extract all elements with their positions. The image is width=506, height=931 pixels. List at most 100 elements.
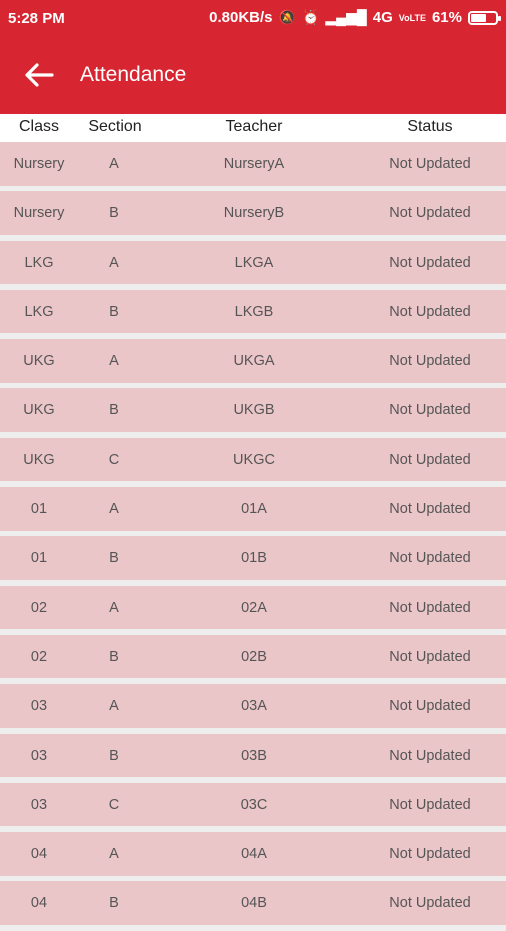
- row-section: B: [109, 402, 119, 419]
- row-teacher: UKGA: [233, 353, 275, 370]
- table-row[interactable]: 04 A 04A Not Updated: [0, 832, 506, 876]
- row-status: Not Updated: [389, 796, 471, 813]
- row-teacher: 02A: [241, 599, 267, 616]
- row-section: A: [109, 599, 119, 616]
- row-class: 02: [30, 648, 48, 665]
- notifications-off-icon: 🔕: [278, 9, 296, 25]
- row-teacher: UKGB: [233, 402, 275, 419]
- row-status: Not Updated: [389, 846, 471, 863]
- volte-label: VoLTE: [398, 12, 426, 23]
- row-class: Nursery: [13, 205, 65, 222]
- row-class: 04: [30, 895, 48, 912]
- row-teacher: 03B: [241, 747, 267, 764]
- row-section: B: [109, 895, 119, 912]
- row-teacher: 01A: [241, 501, 267, 518]
- row-class: LKG: [24, 254, 54, 271]
- table-row[interactable]: 03 B 03B Not Updated: [0, 733, 506, 778]
- header-section: Section: [88, 118, 142, 135]
- table-row[interactable]: UKG C UKGC Not Updated: [0, 437, 506, 482]
- table-header: Class Section Teacher Status: [0, 114, 506, 142]
- row-section: B: [109, 205, 119, 222]
- row-status: Not Updated: [389, 402, 471, 419]
- table-row[interactable]: UKG B UKGB Not Updated: [0, 388, 506, 432]
- table-row[interactable]: Nursery B NurseryB Not Updated: [0, 191, 506, 235]
- row-section: B: [109, 550, 119, 567]
- row-status: Not Updated: [389, 747, 471, 764]
- row-status: Not Updated: [389, 303, 471, 320]
- row-section: A: [109, 254, 119, 271]
- row-status: Not Updated: [389, 254, 471, 271]
- table-row[interactable]: UKG A UKGA Not Updated: [0, 339, 506, 383]
- row-class: 01: [30, 501, 48, 518]
- row-teacher: 03C: [240, 796, 268, 813]
- status-icons: 0.80KB/s 🔕 ⏰ ▂▄▆█ 4G VoLTE 61%: [209, 9, 501, 26]
- row-class: UKG: [23, 353, 55, 370]
- row-class: 04: [30, 846, 48, 863]
- row-status: Not Updated: [389, 599, 471, 616]
- row-status: Not Updated: [389, 550, 471, 567]
- alarm-icon: ⏰: [301, 9, 320, 25]
- arrow-left-icon[interactable]: [22, 60, 56, 90]
- table-row[interactable]: LKG B LKGB Not Updated: [0, 289, 506, 334]
- row-class: 01: [30, 550, 48, 567]
- row-section: A: [109, 156, 119, 172]
- row-section: A: [109, 501, 119, 518]
- header-status: Status: [407, 118, 453, 135]
- row-section: B: [109, 303, 119, 320]
- row-section: B: [109, 747, 119, 764]
- row-teacher: LKGB: [234, 303, 274, 320]
- status-bar: 5:28 PM 0.80KB/s 🔕 ⏰ ▂▄▆█ 4G VoLTE 61%: [0, 0, 506, 36]
- row-teacher: NurseryB: [223, 205, 285, 222]
- row-class: UKG: [23, 402, 55, 419]
- row-class: Nursery: [13, 156, 65, 172]
- row-class: 02: [30, 599, 48, 616]
- network-type: 4G: [372, 9, 393, 26]
- row-section: A: [109, 846, 119, 863]
- network-speed: 0.80KB/s: [209, 9, 273, 26]
- attendance-list[interactable]: Nursery A NurseryA Not Updated Nursery B Nurse…: [0, 142, 506, 931]
- row-section: A: [109, 353, 119, 370]
- row-section: B: [109, 648, 119, 665]
- row-section: C: [108, 796, 120, 813]
- row-teacher: 03A: [241, 698, 267, 715]
- row-class: LKG: [24, 303, 54, 320]
- battery-text: 61%: [431, 9, 462, 26]
- row-class: 03: [30, 698, 48, 715]
- row-status: Not Updated: [389, 648, 471, 665]
- row-status: Not Updated: [389, 205, 471, 222]
- table-row[interactable]: 01 B 01B Not Updated: [0, 536, 506, 580]
- row-teacher: 02B: [241, 648, 267, 665]
- table-row[interactable]: 03 A 03A Not Updated: [0, 684, 506, 728]
- row-teacher: 04B: [241, 895, 267, 912]
- row-status: Not Updated: [389, 156, 471, 172]
- table-row[interactable]: Nursery A NurseryA Not Updated: [0, 142, 506, 186]
- table-row[interactable]: 02 B 02B Not Updated: [0, 634, 506, 679]
- app-bar: Attendance: [0, 36, 506, 114]
- battery-icon: [468, 10, 501, 25]
- row-class: 03: [30, 747, 48, 764]
- row-status: Not Updated: [389, 895, 471, 912]
- row-class: UKG: [23, 451, 55, 468]
- row-section: A: [109, 698, 119, 715]
- table-row[interactable]: 03 C 03C Not Updated: [0, 782, 506, 827]
- table-row[interactable]: 04 B 04B Not Updated: [0, 881, 506, 925]
- table-row[interactable]: LKG A LKGA Not Updated: [0, 240, 506, 285]
- status-time: 5:28 PM: [8, 10, 65, 27]
- table-row[interactable]: 01 A 01A Not Updated: [0, 487, 506, 531]
- row-section: C: [108, 451, 120, 468]
- table-row[interactable]: 02 A 02A Not Updated: [0, 585, 506, 630]
- row-teacher: 01B: [241, 550, 267, 567]
- header-class: Class: [18, 118, 59, 135]
- header-teacher: Teacher: [225, 118, 283, 135]
- signal-icon: ▂▄▆█: [325, 9, 367, 25]
- row-class: 03: [30, 796, 48, 813]
- row-status: Not Updated: [389, 698, 471, 715]
- page-title: Attendance: [80, 63, 187, 86]
- row-status: Not Updated: [389, 353, 471, 370]
- row-teacher: 04A: [241, 846, 267, 863]
- row-status: Not Updated: [389, 451, 471, 468]
- battery-fill: [471, 13, 486, 22]
- row-teacher: NurseryA: [223, 156, 285, 172]
- row-teacher: LKGA: [234, 254, 274, 271]
- row-status: Not Updated: [389, 501, 471, 518]
